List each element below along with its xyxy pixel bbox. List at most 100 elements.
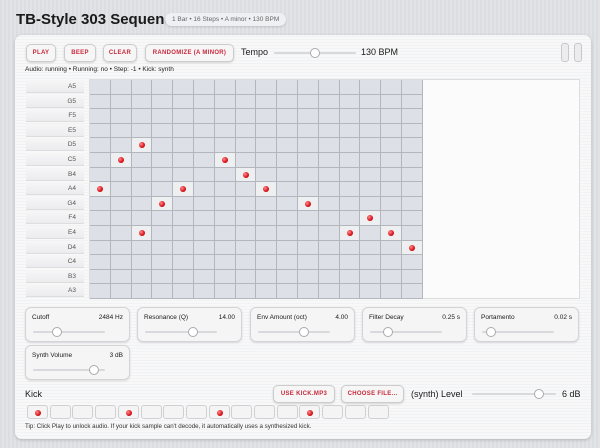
clear-button[interactable]: CLEAR xyxy=(103,44,137,62)
step-cell[interactable] xyxy=(277,109,298,124)
step-cell[interactable] xyxy=(277,240,298,256)
step-cell[interactable] xyxy=(381,226,402,241)
use-kick-mp3-button[interactable]: USE KICK.MP3 xyxy=(273,385,335,403)
step-cell[interactable] xyxy=(131,255,153,270)
step-cell[interactable] xyxy=(152,138,174,153)
step-cell[interactable] xyxy=(110,123,132,139)
step-cell[interactable] xyxy=(318,255,340,270)
beep-button[interactable]: BEEP xyxy=(64,44,96,62)
step-cell[interactable] xyxy=(90,255,111,270)
step-cell[interactable] xyxy=(360,182,382,197)
step-cell[interactable] xyxy=(360,94,382,110)
kick-step[interactable] xyxy=(140,405,162,419)
step-cell[interactable] xyxy=(360,153,382,168)
step-cell[interactable] xyxy=(256,80,278,95)
step-cell[interactable] xyxy=(318,167,340,183)
step-cell[interactable] xyxy=(339,167,361,183)
step-cell[interactable] xyxy=(194,211,215,226)
step-cell[interactable] xyxy=(339,226,361,241)
step-cell[interactable] xyxy=(152,80,174,95)
step-cell[interactable] xyxy=(402,109,423,124)
step-cell[interactable] xyxy=(318,269,340,285)
step-cell[interactable] xyxy=(110,226,132,241)
slider-thumb[interactable] xyxy=(383,327,393,337)
step-cell[interactable] xyxy=(152,94,174,110)
step-cell[interactable] xyxy=(90,240,111,256)
step-cell[interactable] xyxy=(131,226,153,241)
step-cell[interactable] xyxy=(173,240,194,256)
step-cell[interactable] xyxy=(173,284,194,299)
kick-step[interactable] xyxy=(299,405,321,419)
step-cell[interactable] xyxy=(214,196,236,212)
step-cell[interactable] xyxy=(152,196,174,212)
step-cell[interactable] xyxy=(298,211,319,226)
step-cell[interactable] xyxy=(298,94,319,110)
step-cell[interactable] xyxy=(131,123,153,139)
step-cell[interactable] xyxy=(194,284,215,299)
step-cell[interactable] xyxy=(360,211,382,226)
step-cell[interactable] xyxy=(381,255,402,270)
step-cell[interactable] xyxy=(173,153,194,168)
step-cell[interactable] xyxy=(90,138,111,153)
kick-step[interactable] xyxy=(27,405,48,419)
step-cell[interactable] xyxy=(152,226,174,241)
step-cell[interactable] xyxy=(402,123,423,139)
step-cell[interactable] xyxy=(360,255,382,270)
step-cell[interactable] xyxy=(381,94,402,110)
step-cell[interactable] xyxy=(339,109,361,124)
slider-thumb[interactable] xyxy=(310,48,320,58)
kick-step[interactable] xyxy=(185,405,207,419)
step-cell[interactable] xyxy=(110,138,132,153)
control-slider[interactable] xyxy=(258,327,330,337)
step-cell[interactable] xyxy=(152,284,174,299)
step-cell[interactable] xyxy=(235,196,257,212)
step-cell[interactable] xyxy=(194,167,215,183)
step-cell[interactable] xyxy=(381,109,402,124)
step-cell[interactable] xyxy=(214,123,236,139)
kick-step[interactable] xyxy=(208,405,230,419)
step-cell[interactable] xyxy=(381,182,402,197)
kick-step[interactable] xyxy=(276,405,298,419)
step-cell[interactable] xyxy=(402,211,423,226)
step-cell[interactable] xyxy=(131,153,153,168)
step-cell[interactable] xyxy=(214,255,236,270)
step-cell[interactable] xyxy=(318,284,340,299)
step-cell[interactable] xyxy=(214,153,236,168)
step-cell[interactable] xyxy=(214,240,236,256)
step-cell[interactable] xyxy=(298,123,319,139)
play-button[interactable]: PLAY xyxy=(26,44,56,62)
kick-level-slider[interactable] xyxy=(472,389,556,399)
step-cell[interactable] xyxy=(110,109,132,124)
step-cell[interactable] xyxy=(381,123,402,139)
step-cell[interactable] xyxy=(194,94,215,110)
step-cell[interactable] xyxy=(381,196,402,212)
step-cell[interactable] xyxy=(298,255,319,270)
step-cell[interactable] xyxy=(381,167,402,183)
step-cell[interactable] xyxy=(298,167,319,183)
step-cell[interactable] xyxy=(173,94,194,110)
step-cell[interactable] xyxy=(110,240,132,256)
step-cell[interactable] xyxy=(131,80,153,95)
step-cell[interactable] xyxy=(381,269,402,285)
step-cell[interactable] xyxy=(402,269,423,285)
step-cell[interactable] xyxy=(235,255,257,270)
control-slider[interactable] xyxy=(145,327,217,337)
step-cell[interactable] xyxy=(402,284,423,299)
step-cell[interactable] xyxy=(194,80,215,95)
step-cell[interactable] xyxy=(214,211,236,226)
step-cell[interactable] xyxy=(152,269,174,285)
step-cell[interactable] xyxy=(277,80,298,95)
step-cell[interactable] xyxy=(131,94,153,110)
kick-step[interactable] xyxy=(231,405,253,419)
step-cell[interactable] xyxy=(256,226,278,241)
step-cell[interactable] xyxy=(402,80,423,95)
step-cell[interactable] xyxy=(235,94,257,110)
step-cell[interactable] xyxy=(360,269,382,285)
step-cell[interactable] xyxy=(277,255,298,270)
step-cell[interactable] xyxy=(402,94,423,110)
step-cell[interactable] xyxy=(90,123,111,139)
control-slider[interactable] xyxy=(482,327,554,337)
kick-step[interactable] xyxy=(95,405,117,419)
step-cell[interactable] xyxy=(402,153,423,168)
step-cell[interactable] xyxy=(402,167,423,183)
